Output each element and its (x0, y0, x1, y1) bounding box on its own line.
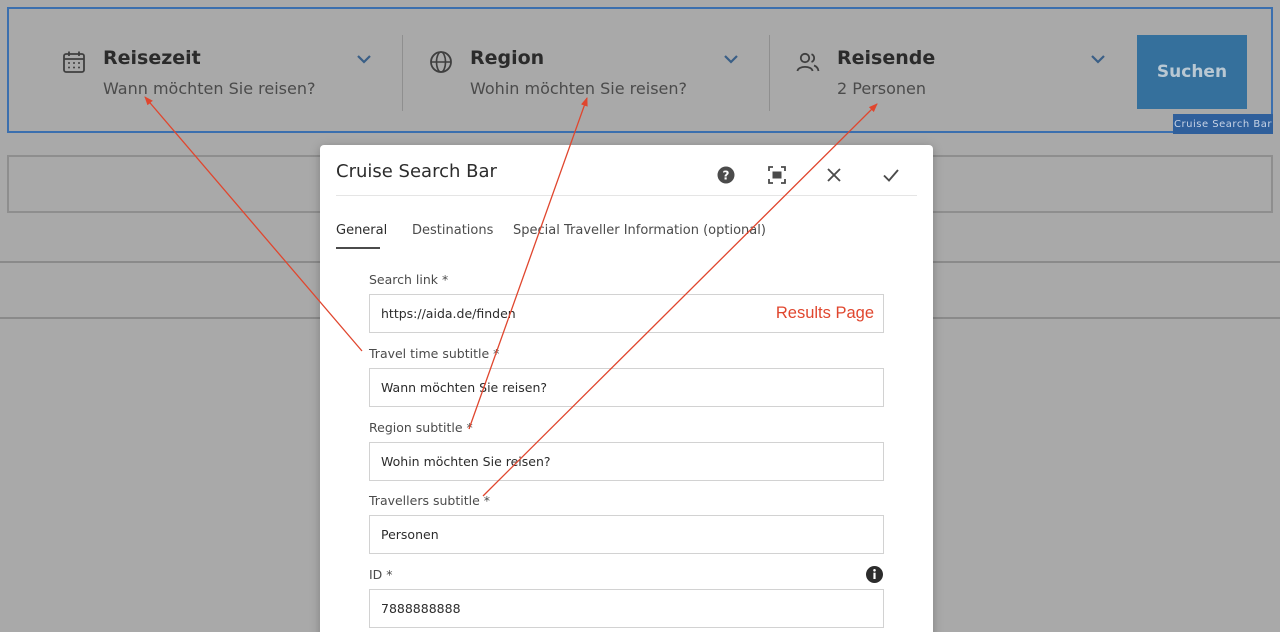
travel-time-title: Reisezeit (103, 47, 201, 69)
component-label: Cruise Search Bar (1173, 114, 1273, 134)
travel-time-segment[interactable]: Reisezeit Wann möchten Sie reisen? (61, 35, 381, 111)
fullscreen-icon[interactable] (766, 164, 788, 186)
region-subtitle-field[interactable]: Wohin möchten Sie reisen? (369, 442, 884, 481)
globe-icon (430, 51, 452, 73)
travellers-subtitle-label: Travellers subtitle * (369, 493, 490, 508)
calendar-icon (63, 51, 85, 73)
travel-time-subtitle-label: Travel time subtitle * (369, 346, 500, 361)
id-field[interactable]: 7888888888 (369, 589, 884, 628)
region-title: Region (470, 47, 545, 69)
id-value: 7888888888 (381, 601, 461, 616)
info-icon[interactable] (865, 565, 884, 584)
tab-general[interactable]: General (336, 223, 387, 238)
help-icon[interactable]: ? (715, 164, 737, 186)
confirm-icon[interactable] (880, 164, 902, 186)
close-icon[interactable] (823, 164, 845, 186)
search-link-label: Search link * (369, 272, 449, 287)
travellers-subtitle-field[interactable]: Personen (369, 515, 884, 554)
dialog-header-separator (336, 195, 917, 196)
travellers-subtitle: 2 Personen (837, 79, 927, 98)
chevron-down-icon[interactable] (721, 49, 741, 69)
tab-destinations[interactable]: Destinations (412, 223, 493, 238)
segment-divider (769, 35, 770, 111)
config-dialog: Cruise Search Bar ? General Destinations… (320, 145, 933, 632)
chevron-down-icon[interactable] (354, 49, 374, 69)
id-label: ID * (369, 567, 393, 582)
travel-time-subtitle: Wann möchten Sie reisen? (103, 79, 316, 98)
travellers-title: Reisende (837, 47, 936, 69)
svg-text:?: ? (723, 169, 730, 183)
results-page-annotation: Results Page (775, 304, 874, 322)
users-icon (796, 52, 820, 72)
cruise-search-bar[interactable]: Reisezeit Wann möchten Sie reisen? Regio… (7, 7, 1273, 133)
travel-time-subtitle-field[interactable]: Wann möchten Sie reisen? (369, 368, 884, 407)
active-tab-indicator (336, 247, 380, 249)
travellers-subtitle-value: Personen (381, 527, 439, 542)
region-subtitle-value: Wohin möchten Sie reisen? (381, 454, 551, 469)
segment-divider (402, 35, 403, 111)
travellers-segment[interactable]: Reisende 2 Personen (795, 35, 1115, 111)
travel-time-subtitle-value: Wann möchten Sie reisen? (381, 380, 548, 395)
region-subtitle-label: Region subtitle * (369, 420, 473, 435)
region-segment[interactable]: Region Wohin möchten Sie reisen? (428, 35, 748, 111)
search-link-value: https://aida.de/finden (381, 306, 516, 321)
chevron-down-icon[interactable] (1088, 49, 1108, 69)
page: Reisezeit Wann möchten Sie reisen? Regio… (0, 0, 1280, 632)
region-subtitle: Wohin möchten Sie reisen? (470, 79, 687, 98)
search-button[interactable]: Suchen (1137, 35, 1247, 109)
search-link-field[interactable]: https://aida.de/finden Results Page (369, 294, 884, 333)
dialog-title: Cruise Search Bar (336, 161, 497, 182)
tab-special-traveller-information[interactable]: Special Traveller Information (optional) (513, 223, 766, 238)
